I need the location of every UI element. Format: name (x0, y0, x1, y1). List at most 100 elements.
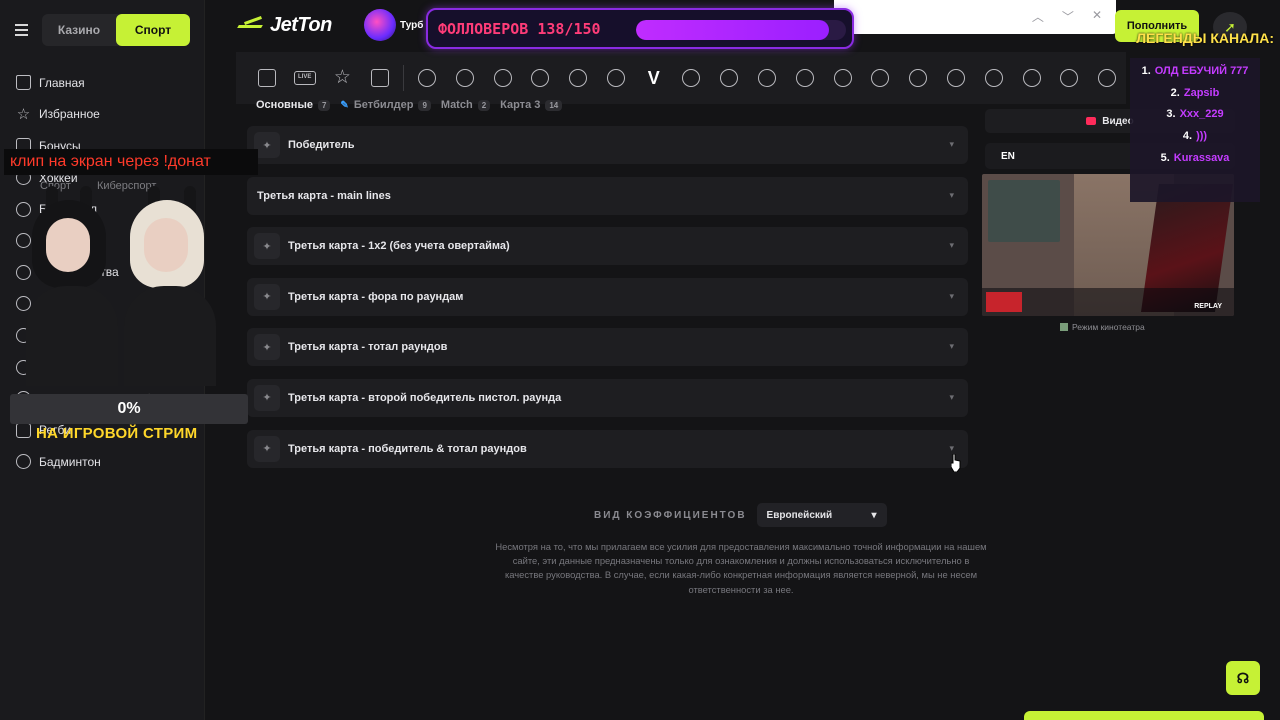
sidebar-item-label: Бадминтон (39, 454, 101, 469)
sidebar-item-label: Главная (39, 75, 85, 90)
rugby-icon (16, 422, 31, 438)
followers-progress-fill (636, 20, 830, 40)
market-tab[interactable]: Match 2 (441, 99, 491, 111)
market-tab[interactable]: Основные 7 (256, 99, 331, 111)
sport-soccer-button[interactable] (408, 52, 446, 104)
sidebar-top: Казино Спорт (10, 14, 190, 46)
bet-slip-tab[interactable] (1024, 711, 1264, 720)
market-row[interactable]: ✦ Третья карта - фора по раундам ▾ (247, 277, 968, 316)
legend-name: Kurassava (1173, 152, 1230, 165)
market-tab-label: Основные (256, 99, 313, 111)
menu-icon[interactable] (10, 18, 34, 42)
legends-list: 1. ОЛД ЕБУЧИЙ 777 2. Zapsib 3. Xxx_229 4.))) 5.… (1130, 58, 1260, 202)
market-row[interactable]: ✦ Третья карта - тотал раундов ▾ (247, 328, 968, 367)
sport-chess-button[interactable] (710, 52, 748, 104)
play-icon (1086, 117, 1097, 125)
player-card (986, 292, 1022, 312)
market-row[interactable]: ✦ Третья карта - победитель & тотал раунд… (247, 429, 968, 468)
followers-goal-widget: ФОЛЛОВЕРОВ 138/150 (426, 8, 854, 49)
face (144, 218, 188, 272)
pin-icon[interactable]: ✦ (254, 334, 280, 361)
chevron-up-icon[interactable]: ︿ (1032, 8, 1044, 25)
market-row[interactable]: ✦ Победитель ▾ (247, 126, 968, 164)
sidebar-item[interactable]: Главная (0, 67, 200, 99)
handball-icon (1022, 69, 1041, 87)
pin-icon[interactable]: ✦ (254, 283, 280, 310)
sport-tennis-button[interactable] (521, 52, 559, 104)
sport-tennis-ball-button[interactable] (446, 52, 484, 104)
sport-basketball-button[interactable] (484, 52, 522, 104)
close-icon[interactable]: ✕ (1092, 8, 1102, 25)
sport-volta-button[interactable] (899, 52, 937, 104)
sport-cricket-button[interactable] (1050, 52, 1088, 104)
market-label: Третья карта - фора по раундам (288, 290, 464, 303)
legend-name: ))) (1196, 130, 1208, 143)
sport-live-button[interactable]: LIVE (286, 52, 324, 104)
followers-progress-bar (636, 20, 846, 40)
mode-switch: Казино Спорт (42, 14, 190, 46)
sport-golf-button[interactable] (937, 52, 975, 104)
cinema-icon (1060, 323, 1068, 331)
sport-ice-hockey-button[interactable] (559, 52, 597, 104)
logo[interactable]: JetTon (238, 14, 332, 37)
casino-tab[interactable]: Казино (42, 14, 116, 46)
market-row[interactable]: ✦ Третья карта - 1x2 (без учета овертайма… (247, 227, 968, 266)
sidebar-item[interactable]: ☆ Избранное (0, 99, 200, 131)
market-tab[interactable]: ✎ Бетбилдер 9 (340, 99, 431, 111)
mouse-cursor-icon (951, 454, 961, 472)
market-label: Третья карта - main lines (257, 189, 391, 202)
cinema-mode-button[interactable]: Режим кинотеатра (1060, 322, 1145, 332)
sport-handball-button[interactable] (1013, 52, 1051, 104)
sport-table-tennis-button[interactable] (786, 52, 824, 104)
logo-mark-icon (238, 18, 266, 34)
sport-counter-strike-button[interactable] (597, 52, 635, 104)
sport-badminton-button[interactable] (975, 52, 1013, 104)
sport-tab[interactable]: Спорт (116, 14, 190, 46)
body (26, 286, 118, 386)
odds-format-label: ВИД КОЭФФИЦИЕНТОВ (594, 509, 747, 521)
sport-racing-button[interactable] (748, 52, 786, 104)
support-button[interactable]: ☊ (1226, 661, 1260, 695)
streamer-right (114, 186, 226, 386)
sport-star-button[interactable]: ☆ (324, 52, 362, 104)
ice-hockey-icon (569, 69, 588, 87)
chevron-down-icon[interactable]: ▾ (949, 139, 954, 150)
market-row[interactable]: ✦ Третья карта - второй победитель пистол… (247, 378, 968, 417)
pin-icon[interactable]: ✦ (254, 233, 280, 260)
soccer-icon (418, 69, 437, 87)
disclaimer: Несмотря на то, что мы прилагаем все уси… (495, 541, 987, 595)
sport-rugby-button[interactable] (862, 52, 900, 104)
chevron-down-icon[interactable]: ▾ (949, 190, 954, 201)
market-tab[interactable]: Карта 3 14 (500, 99, 563, 111)
odds-format-select[interactable]: Европейский ▾ (756, 503, 887, 527)
cricket-icon (1060, 69, 1079, 87)
market-row[interactable]: Третья карта - main lines ▾ (247, 176, 968, 215)
tennis-icon (531, 69, 550, 87)
face (46, 218, 90, 272)
sidebar-item[interactable]: Бадминтон (0, 446, 200, 478)
counter-strike-icon (606, 69, 625, 87)
chevron-down-icon[interactable]: ▾ (949, 240, 954, 251)
streamer-left (16, 186, 128, 386)
pin-icon[interactable]: ✦ (254, 384, 280, 411)
chevron-down-icon[interactable]: ▾ (949, 392, 954, 403)
chevron-down-icon[interactable]: ﹀ (1062, 8, 1074, 25)
replay-label: REPLAY (1194, 303, 1222, 310)
betbuilder-icon: ✎ (340, 99, 349, 111)
sport-volleyball-button[interactable] (824, 52, 862, 104)
chevron-down-icon[interactable]: ▾ (949, 443, 954, 454)
sport-home-button[interactable] (248, 52, 286, 104)
donation-goal-bar: 0% (10, 394, 248, 424)
chevron-down-icon[interactable]: ▾ (949, 341, 954, 352)
tennis-ball-icon (455, 69, 474, 87)
search-input[interactable]: ︿ ﹀ ✕ (834, 0, 1116, 34)
chevron-down-icon[interactable]: ▾ (949, 291, 954, 302)
pin-icon[interactable]: ✦ (254, 435, 280, 462)
legend-rank: 3. (1166, 108, 1176, 121)
sport-valorant-button[interactable]: V (635, 52, 673, 104)
cinema-mode-label: Режим кинотеатра (1072, 322, 1145, 332)
sport-dota-button[interactable] (673, 52, 711, 104)
sport-coupon-button[interactable] (361, 52, 399, 104)
turbo-ball-icon (364, 9, 396, 41)
market-tabs: Основные 7 ✎ Бетбилдер 9 Match 2 Карта 3 14 (256, 99, 563, 111)
